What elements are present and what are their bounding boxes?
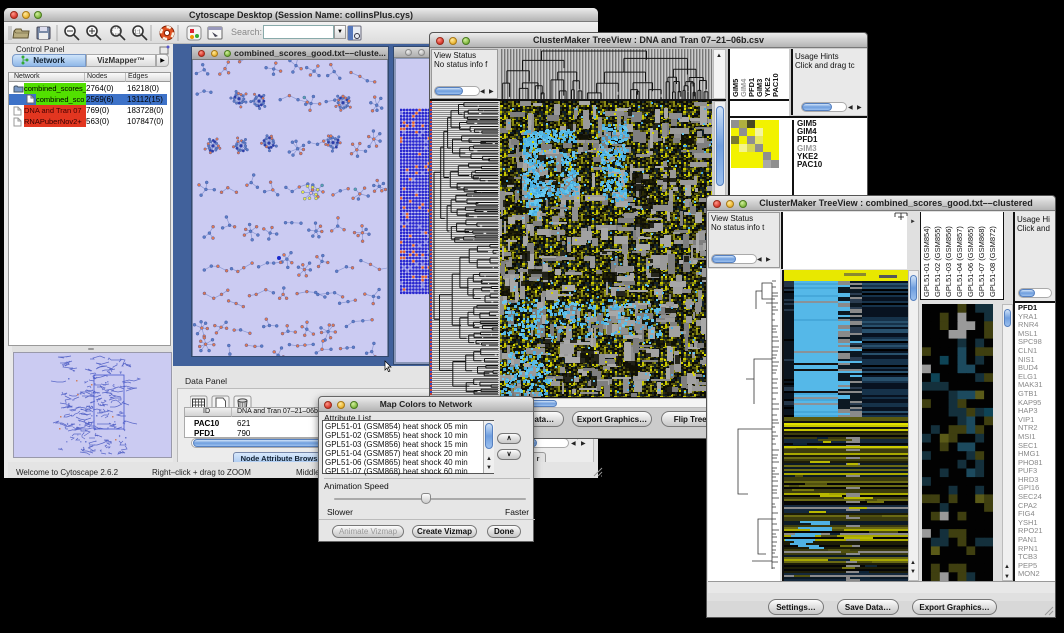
- svg-text:1:1: 1:1: [134, 30, 141, 36]
